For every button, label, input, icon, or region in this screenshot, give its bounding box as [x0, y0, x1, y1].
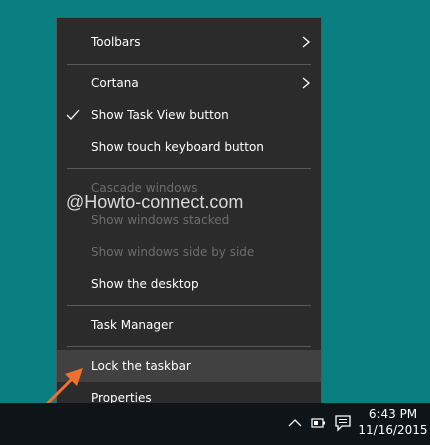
taskbar-clock[interactable]: 6:43 PM 11/16/2015 — [358, 406, 428, 438]
menu-item-task-manager[interactable]: Task Manager — [57, 309, 321, 341]
menu-item-label: Show the desktop — [91, 277, 199, 291]
watermark: @Howto-connect.com — [66, 192, 244, 212]
menu-item-lock-taskbar[interactable]: Lock the taskbar — [57, 350, 321, 382]
menu-item-label: Show windows side by side — [91, 245, 255, 259]
taskbar-context-menu: Toolbars Cortana Show Task View button S… — [56, 17, 322, 422]
menu-item-label: Toolbars — [91, 35, 141, 49]
menu-item-toolbars[interactable]: Toolbars — [57, 26, 321, 58]
chevron-right-icon — [302, 77, 311, 89]
menu-separator — [67, 64, 311, 65]
menu-item-label: Cortana — [91, 76, 139, 90]
chevron-up-icon[interactable] — [286, 414, 304, 432]
menu-item-cortana[interactable]: Cortana — [57, 67, 321, 99]
menu-item-show-touch-keyboard[interactable]: Show touch keyboard button — [57, 131, 321, 163]
menu-item-label: Lock the taskbar — [91, 359, 191, 373]
menu-item-label: Task Manager — [91, 318, 174, 332]
action-center-icon[interactable] — [334, 414, 352, 432]
clock-date: 11/16/2015 — [358, 423, 428, 437]
check-icon — [66, 109, 80, 120]
menu-item-label: Show windows stacked — [91, 213, 230, 227]
menu-separator — [67, 346, 311, 347]
menu-item-label: Show touch keyboard button — [91, 140, 264, 154]
menu-item-show-task-view[interactable]: Show Task View button — [57, 99, 321, 131]
battery-icon[interactable] — [309, 414, 327, 432]
menu-item-show-windows-side-by-side: Show windows side by side — [57, 236, 321, 268]
clock-time: 6:43 PM — [368, 407, 418, 421]
menu-separator — [67, 168, 311, 169]
menu-separator — [67, 305, 311, 306]
menu-item-show-desktop[interactable]: Show the desktop — [57, 268, 321, 300]
menu-item-label: Show Task View button — [91, 108, 229, 122]
chevron-right-icon — [302, 36, 311, 48]
